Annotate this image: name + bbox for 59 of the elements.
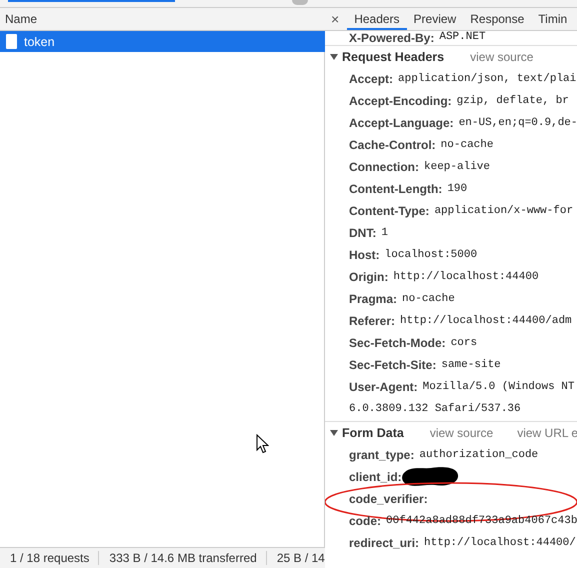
status-text: 333 B / 14.6 MB transferred [99,551,267,565]
status-text: 25 B / 14 [276,551,325,565]
section-title[interactable]: Request Headers [342,50,444,64]
header-value: 1 [381,227,388,239]
header-value: ASP.NET [439,31,486,43]
header-name: Content-Type: [349,204,430,218]
section-title[interactable]: Form Data [342,426,404,440]
header-name: Content-Length: [349,182,442,196]
header-name: Origin: [349,270,388,284]
request-row[interactable]: token [0,31,325,52]
view-link[interactable]: view source [430,426,494,440]
column-header[interactable]: Name [5,12,38,26]
status-text: 1 / 18 requests [0,551,100,565]
header-value: authorization_code [419,449,538,461]
header-name: Sec-Fetch-Mode: [349,336,446,350]
header-name: code: [349,514,382,528]
header-value: 190 [447,183,468,195]
header-name: code_verifier: [349,492,428,506]
header-value: cors [450,337,478,349]
header-name: client_id: [349,470,402,484]
header-name: DNT: [349,226,376,240]
header-name: Accept: [349,72,394,86]
header-value: keep-alive [424,161,490,173]
header-value: localhost:5000 [384,249,478,261]
header-name: Accept-Language: [349,116,454,130]
header-value: application/json, text/plai [398,73,576,85]
header-name: redirect_uri: [349,536,420,550]
header-name: grant_type: [349,448,414,462]
header-value: http://localhost:44400/ [424,537,576,549]
document-icon [6,34,17,49]
header-value: en-US,en;q=0.9,de- [458,117,577,129]
header-name: Referer: [349,314,396,328]
view-link[interactable]: view source [470,50,534,64]
header-value: no-cache [402,293,455,305]
header-name: Sec-Fetch-Site: [349,358,436,372]
disclosure-triangle-icon[interactable] [330,54,338,60]
header-name: User-Agent: [349,380,418,394]
header-name: Pragma: [349,292,398,306]
disclosure-triangle-icon[interactable] [330,430,338,436]
header-value: no-cache [440,139,494,151]
header-value: application/x-www-for [434,205,574,217]
tab[interactable]: Headers [347,8,407,30]
header-name: Accept-Encoding: [349,94,452,108]
header-value: 6.0.3809.132 Safari/537.36 [349,403,521,415]
header-value: http://localhost:44400 [393,271,539,283]
tab[interactable]: Preview [406,8,464,30]
header-value: http://localhost:44400/adm [400,315,572,327]
scroll-handle[interactable] [292,0,308,5]
header-value: same-site [441,359,501,371]
header-value: Mozilla/5.0 (Windows NT [422,381,574,393]
header-name: Host: [349,248,380,262]
close-button[interactable]: × [325,11,348,27]
tab[interactable]: Response [463,8,532,30]
header-name: X-Powered-By: [349,31,434,45]
header-value: gzip, deflate, br [456,95,569,107]
header-name: Connection: [349,160,419,174]
header-name: Cache-Control: [349,138,436,152]
mouse-cursor-icon [256,434,269,454]
tab[interactable]: Timin [531,8,574,30]
